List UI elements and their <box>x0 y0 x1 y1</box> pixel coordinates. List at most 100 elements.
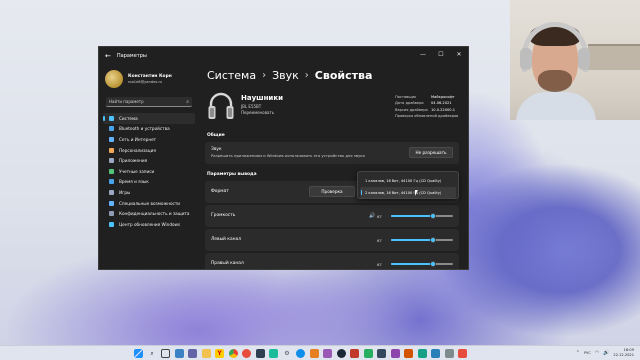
account-icon <box>109 168 114 174</box>
chat-icon[interactable] <box>188 349 197 358</box>
app-icon[interactable] <box>444 349 454 358</box>
bluetooth-icon <box>109 126 114 132</box>
speaker-icon: 🔊 <box>369 213 376 219</box>
app-icon[interactable] <box>350 349 359 358</box>
accessibility-icon <box>109 200 114 206</box>
minimize-button[interactable]: — <box>414 47 432 61</box>
volume-slider[interactable]: 🔊 67 <box>369 212 453 220</box>
left-channel-thumb[interactable] <box>429 236 436 243</box>
sidebar-item-label: Игры <box>119 189 131 195</box>
rename-link[interactable]: Переименовать <box>241 110 274 115</box>
webcam-shelf <box>588 44 640 70</box>
app-icon[interactable] <box>417 349 427 358</box>
chevron-up-icon[interactable]: ⌃ <box>576 350 580 356</box>
sidebar-item-label: Время и язык <box>119 179 149 185</box>
webcam-person-body <box>516 92 596 120</box>
app-icon[interactable] <box>431 349 440 358</box>
sidebar-item[interactable]: Центр обновления Windows <box>103 219 195 230</box>
app-icon[interactable] <box>404 349 413 358</box>
search-input[interactable]: Найти параметр ⌕ <box>106 97 192 107</box>
sidebar-item[interactable]: Система <box>103 113 195 124</box>
avatar <box>105 70 123 88</box>
globe-icon <box>109 179 114 185</box>
sidebar-item-label: Конфиденциальность и защита <box>119 211 190 217</box>
back-arrow-icon[interactable]: ← <box>105 52 111 60</box>
headphones-icon <box>208 92 234 119</box>
profile-name: Константин Корн <box>128 74 172 79</box>
app-icon[interactable] <box>269 349 278 358</box>
sidebar-item[interactable]: Конфиденциальность и защита <box>103 208 195 219</box>
format-option[interactable]: 2 каналов, 16 бит, 44100 Гц (CD Quality) <box>360 187 456 198</box>
task-view-icon[interactable] <box>161 349 170 358</box>
left-channel-value: 67 <box>377 237 382 243</box>
page-title: Свойства <box>314 68 373 82</box>
sidebar-item[interactable]: Приложения <box>103 155 195 166</box>
format-option[interactable]: 1 каналов, 16 бит, 44100 Гц (CD Quality) <box>360 175 456 186</box>
app-icon[interactable] <box>458 349 467 358</box>
sidebar-item[interactable]: Время и язык <box>103 177 195 188</box>
webcam-overlay <box>510 0 640 120</box>
volume-icon[interactable]: 🔊 <box>603 350 609 356</box>
title-bar: ← Параметры <box>99 47 468 65</box>
breadcrumb-sound[interactable]: Звук <box>272 69 299 82</box>
steam-icon[interactable] <box>336 349 346 358</box>
window-controls: — ☐ ✕ <box>414 47 468 61</box>
app-icon[interactable] <box>390 349 400 358</box>
app-icon[interactable] <box>309 349 319 358</box>
breadcrumb-system[interactable]: Система <box>207 69 256 82</box>
app-icon[interactable] <box>323 349 332 358</box>
webcam-headphone-cup-right <box>578 48 590 70</box>
audio-description: Разрешить приложениям и Windows использо… <box>211 153 365 158</box>
sidebar-item[interactable]: Персонализация <box>103 145 195 156</box>
sidebar-item-label: Bluetooth и устройства <box>119 126 170 132</box>
sidebar-item[interactable]: Специальные возможности <box>103 198 195 209</box>
test-button[interactable]: Проверка <box>309 186 355 197</box>
sidebar-item[interactable]: Bluetooth и устройства <box>103 124 195 135</box>
maximize-button[interactable]: ☐ <box>432 47 450 61</box>
system-tray: ⌃ РУС ◠ 🔊 18:09 22.12.2021 <box>572 348 634 357</box>
right-channel-label: Правый канал <box>211 261 244 266</box>
right-channel-track[interactable] <box>391 260 453 267</box>
search-icon[interactable]: ⌕ <box>148 349 157 358</box>
driver-info: Поставщик Майкрософт Дата драйвера 04.06.2… <box>395 94 458 119</box>
volume-track[interactable] <box>391 212 453 219</box>
widgets-icon[interactable] <box>174 349 184 358</box>
left-channel-fill <box>391 239 433 241</box>
mouse-cursor-icon <box>415 190 418 196</box>
clock[interactable]: 18:09 22.12.2021 <box>613 348 634 357</box>
start-icon[interactable] <box>134 349 143 358</box>
yandex-browser-icon[interactable]: Y <box>215 349 224 358</box>
user-profile[interactable]: Константин Корн roa1e6@yandex.ru <box>99 65 199 93</box>
app-icon[interactable] <box>377 349 386 358</box>
volume-thumb[interactable] <box>429 212 436 219</box>
right-channel-thumb[interactable] <box>429 260 436 267</box>
left-channel-row: Левый канал 67 <box>205 229 459 251</box>
sidebar-item[interactable]: Игры <box>103 187 195 198</box>
deny-button[interactable]: Не разрешать <box>409 147 453 158</box>
webcam-person-beard <box>538 70 572 92</box>
brush-icon <box>109 147 114 153</box>
left-channel-slider[interactable]: 67 <box>369 236 453 244</box>
check-driver-updates-link[interactable]: Проверка обновлений драйверов <box>395 113 458 119</box>
language-indicator[interactable]: РУС <box>584 351 591 355</box>
gamepad-icon <box>109 189 114 195</box>
app-icon[interactable] <box>363 349 373 358</box>
sidebar-item[interactable]: Учетные записи <box>103 166 195 177</box>
right-channel-slider[interactable]: 67 <box>369 260 453 268</box>
edge-icon[interactable] <box>296 349 305 358</box>
close-button[interactable]: ✕ <box>450 47 468 61</box>
main-content: Система › Звук › Свойства Наушники JBL E… <box>205 65 468 269</box>
volume-fill <box>391 215 433 217</box>
apps-icon <box>109 158 114 164</box>
sidebar-item[interactable]: Сеть и Интернет <box>103 134 195 145</box>
app-icon[interactable] <box>255 349 265 358</box>
left-channel-track[interactable] <box>391 236 453 243</box>
wifi-icon[interactable]: ◠ <box>595 350 599 356</box>
right-channel-row: Правый канал 67 <box>205 253 459 269</box>
clock-date: 22.12.2021 <box>613 352 634 357</box>
settings-gear-icon[interactable]: ⚙ <box>283 349 292 358</box>
update-icon <box>109 221 114 227</box>
file-explorer-icon[interactable] <box>201 349 211 358</box>
app-icon[interactable] <box>242 349 251 358</box>
chrome-icon[interactable] <box>228 349 238 358</box>
